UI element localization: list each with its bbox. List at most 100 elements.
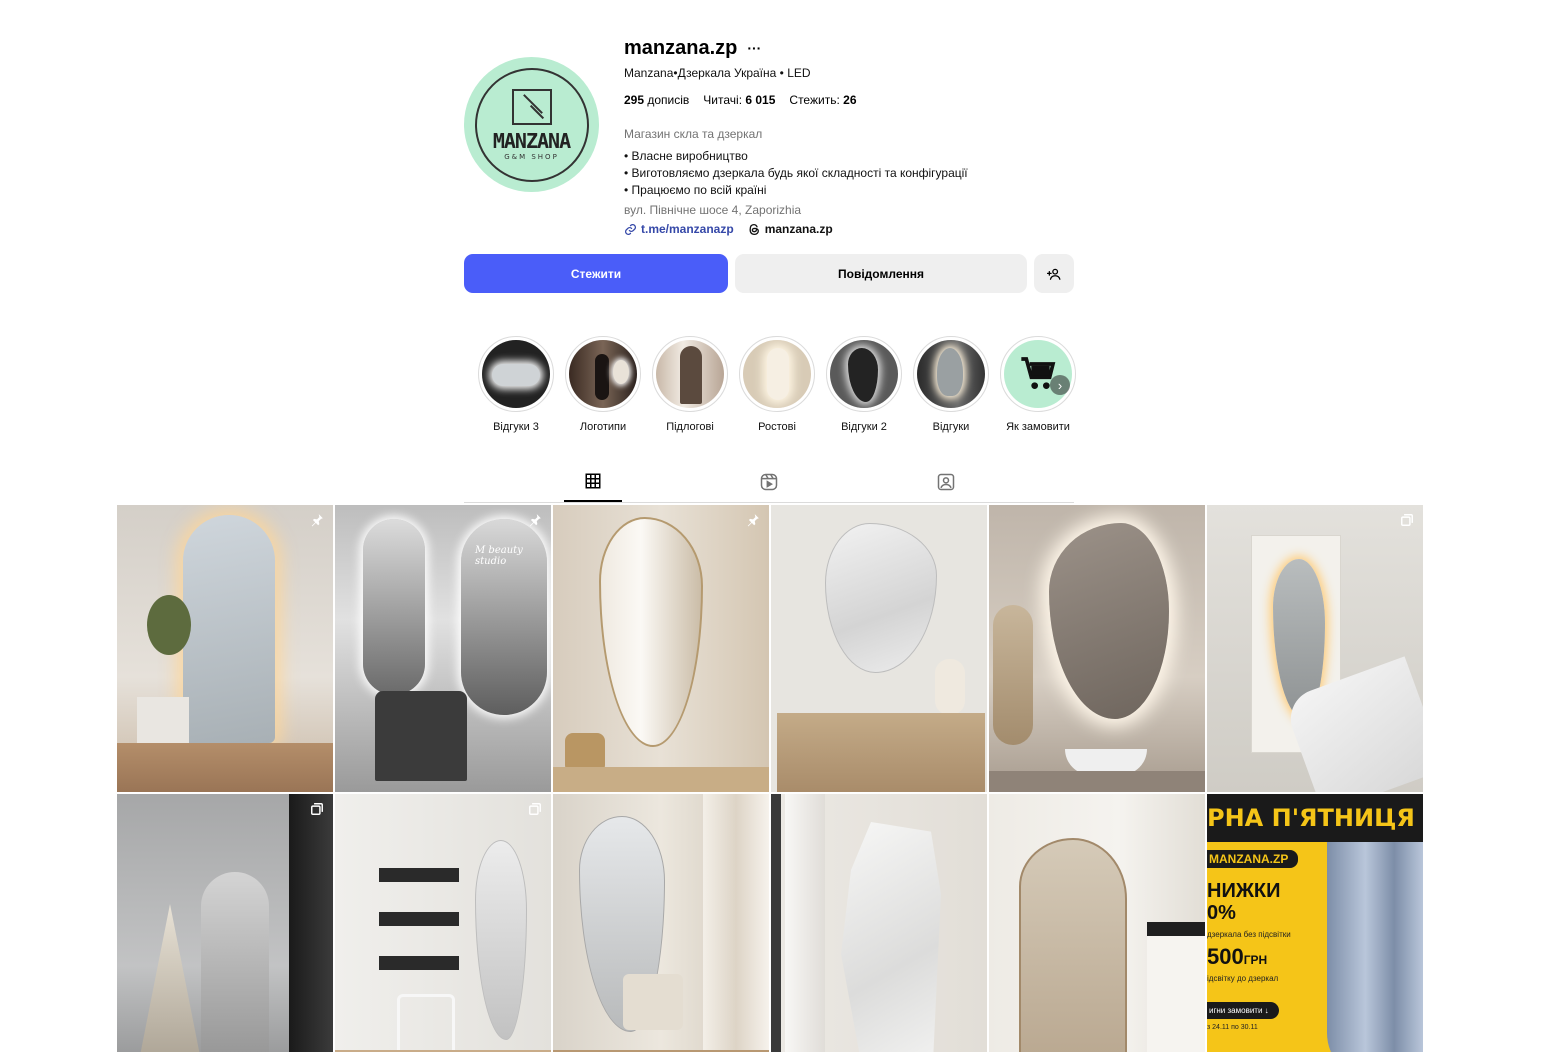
tabs-divider: [464, 502, 1074, 503]
post-floor: [553, 767, 769, 792]
highlight-label: Логотипи: [579, 421, 627, 433]
post-floor: [117, 743, 333, 792]
promo-cta[interactable]: игни замовити ↓: [1207, 1002, 1279, 1019]
profile-address[interactable]: вул. Північне шосе 4, Zaporizhia: [624, 203, 1084, 217]
post-badge: [745, 802, 761, 818]
post-dresser: [777, 713, 985, 792]
post-table: [137, 697, 189, 747]
post-curtain: [785, 794, 825, 1052]
highlight-cover: [743, 340, 811, 408]
highlight-item[interactable]: Відгуки 3: [478, 336, 554, 433]
post-vase: [935, 659, 965, 715]
post-mirror: [825, 523, 937, 673]
highlight-item[interactable]: Відгуки 2: [826, 336, 902, 433]
post-armchair: [623, 974, 683, 1030]
post-badge: [963, 802, 979, 818]
highlight-label: Відгуки 3: [493, 421, 539, 433]
message-button[interactable]: Повідомлення: [735, 254, 1027, 293]
post-tile[interactable]: [771, 794, 987, 1052]
post-tile[interactable]: [335, 794, 551, 1052]
highlight-cover: [830, 340, 898, 408]
post-chair: [375, 691, 467, 781]
highlight-label: Ростові: [758, 421, 796, 433]
promo-discount-line2: 0%: [1207, 902, 1236, 924]
post-window: [289, 794, 333, 1052]
post-mirror: [475, 840, 527, 1040]
threads-icon: [749, 223, 759, 235]
logo-sub: G&M SHOP: [504, 152, 559, 161]
threads-text: manzana.zp: [764, 222, 833, 236]
post-tile[interactable]: [117, 505, 333, 792]
highlight-item[interactable]: › Як замовити: [1000, 336, 1076, 433]
grid-icon: [585, 473, 601, 489]
threads-link[interactable]: manzana.zp: [748, 222, 833, 236]
avatar-logo: MANZANA G&M SHOP: [474, 67, 589, 182]
chevron-right-icon[interactable]: ›: [1050, 375, 1070, 395]
post-tile[interactable]: [117, 794, 333, 1052]
promo-discount: НИЖКИ 0%: [1207, 880, 1280, 924]
link-icon: [625, 223, 636, 235]
post-mirror: [1049, 523, 1169, 719]
post-tile[interactable]: [989, 505, 1205, 792]
tab-tagged[interactable]: [917, 472, 975, 502]
promo-post-tile[interactable]: РНА П'ЯТНИЦЯ MANZANA.ZP НИЖКИ 0% дзеркал…: [1207, 794, 1423, 1052]
profile-stats: 295 дописів Читачі: 6 015 Стежить: 26: [624, 93, 1084, 107]
highlight-label: Як замовити: [1006, 421, 1070, 433]
profile-username: manzana.zp: [624, 36, 738, 59]
promo-discount-note: дзеркала без підсвітки: [1207, 930, 1291, 939]
profile-category: Магазин скла та дзеркал: [624, 127, 763, 141]
post-tile[interactable]: [771, 505, 987, 792]
promo-discount-line1: НИЖКИ: [1207, 880, 1281, 902]
profile-avatar[interactable]: MANZANA G&M SHOP: [464, 57, 599, 192]
post-tile[interactable]: [989, 794, 1205, 1052]
logo-mirror-icon: [511, 88, 552, 125]
profile-full-name: Manzana•Дзеркала Україна • LED: [624, 66, 811, 80]
tab-posts[interactable]: [564, 472, 622, 502]
highlight-cover: [1004, 340, 1072, 408]
highlight-item[interactable]: Відгуки: [913, 336, 989, 433]
post-mirror: [183, 515, 275, 743]
post-shelf: [379, 838, 459, 998]
post-tile[interactable]: [553, 505, 769, 792]
stat-posts: 295 дописів: [624, 93, 690, 107]
post-tile[interactable]: [553, 794, 769, 1052]
suggest-users-button[interactable]: [1034, 254, 1074, 293]
story-highlights: Відгуки 3 Логотипи Підлогові Ростові Від…: [478, 336, 1076, 433]
post-badge: [1399, 513, 1415, 529]
post-tile[interactable]: [1207, 505, 1423, 792]
post-badge: [309, 513, 325, 529]
stat-followers[interactable]: Читачі: 6 015: [703, 93, 775, 107]
logo-name: MANZANA: [492, 128, 571, 153]
post-logo-text: M beauty studio: [475, 545, 523, 567]
promo-headline: РНА П'ЯТНИЦЯ: [1207, 794, 1423, 842]
add-user-icon: [1047, 268, 1061, 280]
highlight-item[interactable]: Ростові: [739, 336, 815, 433]
stat-following[interactable]: Стежить: 26: [789, 93, 856, 107]
post-badge: [963, 513, 979, 529]
posts-grid: M beauty studio РНА П'ЯТНИЦЯ MANZANA.ZP …: [117, 505, 1423, 1052]
highlight-label: Відгуки: [932, 421, 970, 433]
more-options-icon[interactable]: ···: [747, 41, 761, 55]
tab-reels[interactable]: [740, 472, 798, 502]
bio-line: • Працюємо по всій країні: [624, 183, 767, 197]
promo-tag: MANZANA.ZP: [1207, 850, 1299, 868]
bio-line: • Власне виробництво: [624, 149, 748, 163]
profile-info: manzana.zp ··· Manzana•Дзеркала Україна …: [624, 36, 1084, 237]
highlight-cover: [482, 340, 550, 408]
post-badge: [1181, 802, 1197, 818]
profile-link[interactable]: t.me/manzanazp: [624, 222, 734, 236]
post-badge: [309, 802, 325, 818]
post-badge: [527, 513, 543, 529]
post-badge: [527, 802, 543, 818]
promo-price-note: ідсвітку до дзеркал: [1207, 974, 1279, 983]
highlight-item[interactable]: Підлогові: [652, 336, 728, 433]
highlight-item[interactable]: Логотипи: [565, 336, 641, 433]
highlight-label: Підлогові: [666, 421, 714, 433]
follow-button[interactable]: Стежити: [464, 254, 728, 293]
post-tile[interactable]: M beauty studio: [335, 505, 551, 792]
highlight-cover: [569, 340, 637, 408]
post-counter: [989, 771, 1205, 792]
highlight-cover: [656, 340, 724, 408]
post-mirror: [599, 517, 703, 747]
promo-price: 500ГРН: [1207, 944, 1268, 969]
